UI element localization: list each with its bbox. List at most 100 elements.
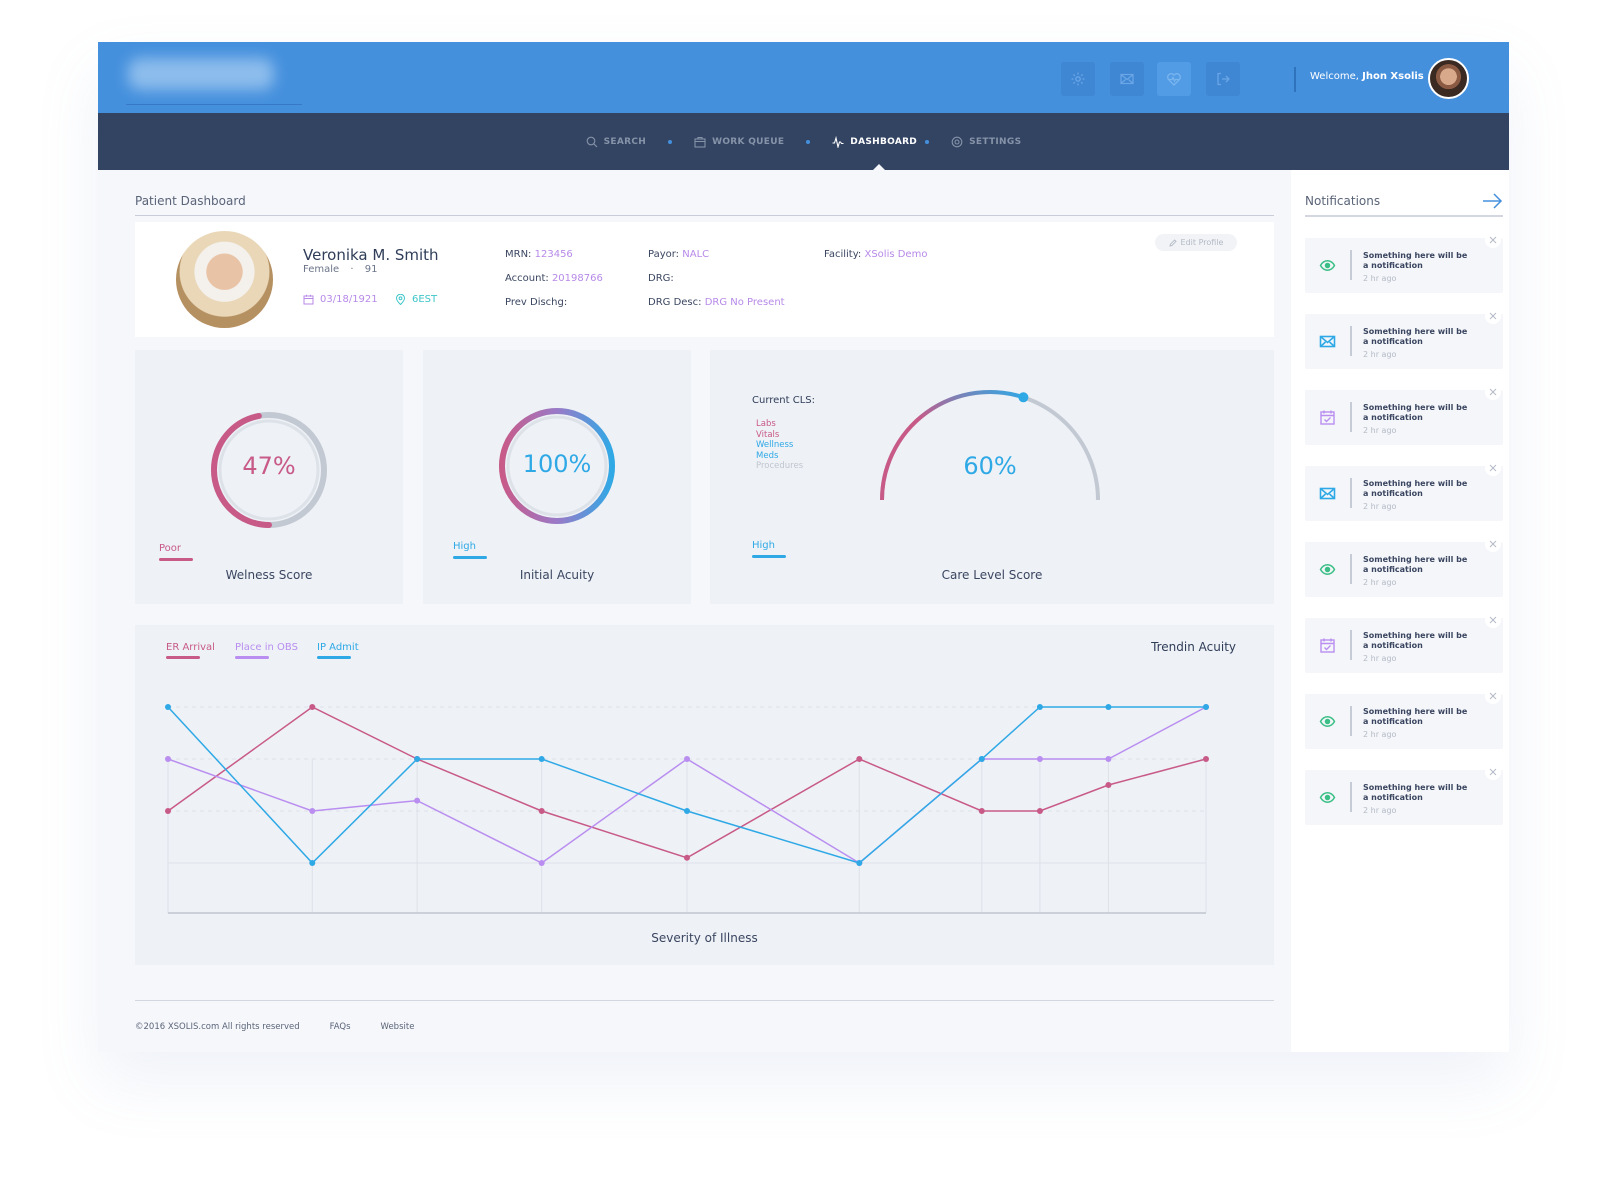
data-point-place-in-obs[interactable] (684, 756, 690, 762)
data-point-ip-admit[interactable] (684, 808, 690, 814)
close-icon (1489, 768, 1497, 776)
data-point-ip-admit[interactable] (538, 756, 545, 762)
care-level-handle (1018, 392, 1029, 403)
logo[interactable] (128, 58, 274, 90)
field-value: NALC (682, 249, 710, 260)
data-point-er-arrival[interactable] (309, 704, 316, 710)
legend-er-arrival[interactable]: ER Arrival (166, 642, 215, 653)
data-point-place-in-obs[interactable] (414, 797, 421, 804)
logo-underline (126, 104, 302, 105)
notification-close-button[interactable] (1485, 764, 1501, 780)
mail-icon (1319, 487, 1336, 500)
data-point-er-arrival[interactable] (684, 854, 690, 861)
legend-place-in-obs-bar (235, 656, 269, 659)
data-point-ip-admit[interactable] (414, 756, 421, 762)
notification-item[interactable]: Something here will be a notification 2 … (1305, 612, 1503, 673)
legend-place-in-obs[interactable]: Place in OBS (235, 642, 298, 653)
mail-icon (1120, 73, 1134, 85)
notification-time: 2 hr ago (1363, 350, 1397, 359)
field-label: Facility: (824, 249, 862, 260)
arrow-right-icon[interactable] (1481, 192, 1503, 210)
briefcase-icon (694, 136, 706, 148)
data-point-ip-admit[interactable] (309, 860, 316, 866)
page-title: Patient Dashboard (135, 194, 246, 208)
notification-close-button[interactable] (1485, 384, 1501, 400)
data-point-ip-admit[interactable] (1105, 704, 1112, 710)
close-icon (1489, 236, 1497, 244)
pencil-icon (1168, 238, 1177, 247)
notification-text: Something here will be a notification (1363, 327, 1468, 346)
notification-item[interactable]: Something here will be a notification 2 … (1305, 308, 1503, 369)
patient-location-value: 6EST (412, 294, 438, 305)
main-content: Patient Dashboard Veronika M. Smith Fema… (98, 170, 1289, 1052)
location-pin-icon (395, 294, 406, 305)
title-divider (135, 215, 1274, 216)
care-level-card: Current CLS: Labs Vitals Wellness Meds P… (710, 350, 1274, 604)
data-point-er-arrival[interactable] (978, 808, 985, 814)
notification-item[interactable]: Something here will be a notification 2 … (1305, 536, 1503, 597)
patient-photo (176, 231, 273, 328)
notification-item[interactable]: Something here will be a notification 2 … (1305, 764, 1503, 825)
notifications-title: Notifications (1305, 194, 1381, 208)
notification-close-button[interactable] (1485, 232, 1501, 248)
data-point-place-in-obs[interactable] (1105, 756, 1112, 762)
data-point-er-arrival[interactable] (856, 756, 863, 762)
data-point-place-in-obs[interactable] (309, 808, 316, 814)
notification-close-button[interactable] (1485, 308, 1501, 324)
close-icon (1489, 312, 1497, 320)
main-nav: SEARCH WORK QUEUE DASHBOARD SETTINGS (98, 113, 1509, 170)
notification-text: Something here will be a notification (1363, 403, 1468, 422)
health-button[interactable] (1157, 62, 1191, 96)
notification-close-button[interactable] (1485, 536, 1501, 552)
field-value: 123456 (534, 249, 573, 260)
close-icon (1489, 540, 1497, 548)
user-avatar[interactable] (1428, 58, 1469, 99)
legend-ip-admit[interactable]: IP Admit (317, 642, 359, 653)
notification-item[interactable]: Something here will be a notification 2 … (1305, 688, 1503, 749)
nav-work-queue[interactable]: WORK QUEUE (690, 136, 788, 148)
nav-search[interactable]: SEARCH (582, 136, 650, 148)
cls-title: Current CLS: (752, 395, 816, 406)
cls-item-labs: Labs (756, 419, 776, 429)
footer-link-faqs[interactable]: FAQs (330, 1022, 351, 1032)
edit-profile-button[interactable]: Edit Profile (1155, 234, 1237, 251)
settings-button[interactable] (1061, 62, 1095, 96)
notification-close-button[interactable] (1485, 612, 1501, 628)
notification-time: 2 hr ago (1363, 730, 1397, 739)
data-point-ip-admit[interactable] (165, 704, 171, 710)
edit-profile-label: Edit Profile (1180, 238, 1224, 247)
notification-item[interactable]: Something here will be a notification 2 … (1305, 232, 1503, 293)
notification-item[interactable]: Something here will be a notification 2 … (1305, 460, 1503, 521)
notifications-divider (1305, 215, 1503, 217)
data-point-er-arrival[interactable] (1036, 808, 1043, 814)
field-drg-desc: DRG Desc: DRG No Present (648, 297, 785, 308)
chart-title: Trendin Acuity (1151, 640, 1236, 654)
data-point-ip-admit[interactable] (856, 860, 863, 866)
notification-separator (1350, 706, 1352, 736)
field-drg: DRG: (648, 273, 674, 284)
data-point-er-arrival[interactable] (1105, 782, 1112, 788)
nav-settings[interactable]: SETTINGS (947, 136, 1025, 148)
data-point-ip-admit[interactable] (1036, 704, 1043, 710)
notification-item[interactable]: Something here will be a notification 2 … (1305, 384, 1503, 445)
wellness-label: Welness Score (225, 568, 313, 582)
data-point-place-in-obs[interactable] (1036, 756, 1043, 762)
notification-close-button[interactable] (1485, 688, 1501, 704)
logout-button[interactable] (1206, 62, 1240, 96)
data-point-ip-admit[interactable] (1203, 704, 1209, 710)
data-point-er-arrival[interactable] (165, 808, 171, 814)
mail-button[interactable] (1110, 62, 1144, 96)
data-point-er-arrival[interactable] (538, 808, 545, 814)
data-point-er-arrival[interactable] (1203, 756, 1209, 762)
nav-settings-label: SETTINGS (969, 136, 1022, 147)
notification-close-button[interactable] (1485, 460, 1501, 476)
notification-time: 2 hr ago (1363, 274, 1397, 283)
nav-dashboard[interactable]: DASHBOARD (828, 135, 921, 148)
data-point-place-in-obs[interactable] (538, 860, 545, 866)
top-header: Welcome, Jhon Xsolis (98, 42, 1509, 113)
footer-link-website[interactable]: Website (381, 1022, 415, 1032)
nav-separator-dot (668, 139, 673, 144)
data-point-place-in-obs[interactable] (165, 756, 171, 762)
data-point-ip-admit[interactable] (978, 756, 985, 762)
field-value: DRG No Present (704, 297, 785, 308)
